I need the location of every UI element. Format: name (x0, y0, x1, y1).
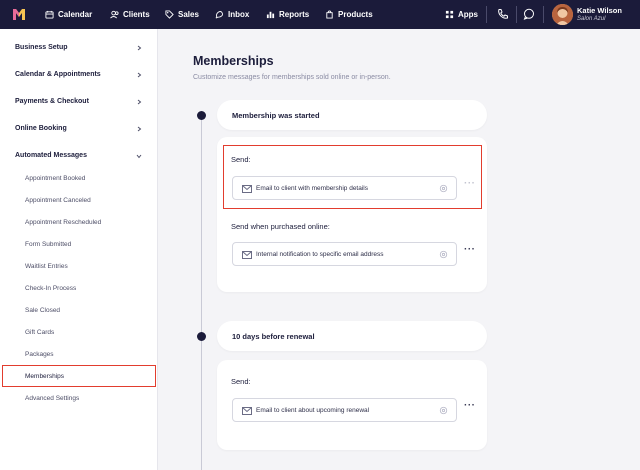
mail-icon (242, 251, 252, 259)
nav-apps[interactable]: Apps (445, 0, 478, 29)
page-subtitle: Customize messages for memberships sold … (193, 74, 391, 81)
sidebar-item-appointment-canceled[interactable]: Appointment Canceled (25, 197, 91, 204)
sidebar-item-gift-cards[interactable]: Gift Cards (25, 329, 54, 336)
send-section-highlight (223, 145, 482, 209)
chevron-right-icon[interactable] (136, 72, 142, 78)
event-card: Send: Email to client about upcoming ren… (217, 360, 487, 450)
send-online-label: Send when purchased online: (231, 222, 330, 231)
sidebar-item-waitlist-entries[interactable]: Waitlist Entries (25, 263, 68, 270)
user-name[interactable]: Katie Wilson (577, 6, 622, 15)
sidebar-item-appointment-booked[interactable]: Appointment Booked (25, 175, 85, 182)
nav-apps-label: Apps (458, 10, 478, 19)
sidebar-item-packages[interactable]: Packages (25, 351, 54, 358)
sidebar-section-automated-messages[interactable]: Automated Messages (15, 152, 87, 159)
settings-sidebar: Business Setup Calendar & Appointments P… (0, 29, 158, 470)
mail-icon (242, 407, 252, 415)
chevron-down-icon[interactable] (136, 153, 142, 159)
nav-calendar[interactable]: Calendar (45, 0, 92, 29)
timeline-dot (197, 111, 206, 120)
chevron-right-icon[interactable] (136, 45, 142, 51)
avatar-portrait-icon (552, 4, 573, 25)
gear-icon[interactable] (439, 406, 448, 415)
products-icon (326, 10, 333, 19)
message-template-text: Email to client about upcoming renewal (256, 407, 370, 414)
chevron-right-icon[interactable] (136, 99, 142, 105)
sidebar-item-form-submitted[interactable]: Form Submitted (25, 241, 71, 248)
top-navigation-bar: Calendar Clients Sales Inbox Reports Pro… (0, 0, 640, 29)
nav-clients[interactable]: Clients (110, 0, 150, 29)
sidebar-item-check-in-process[interactable]: Check-In Process (25, 285, 76, 292)
chat-icon[interactable] (523, 8, 535, 20)
gear-icon[interactable] (439, 250, 448, 259)
avatar[interactable] (552, 4, 573, 25)
sidebar-item-sale-closed[interactable]: Sale Closed (25, 307, 60, 314)
nav-products[interactable]: Products (325, 0, 373, 29)
nav-sales-label: Sales (178, 10, 199, 19)
sidebar-item-advanced-settings[interactable]: Advanced Settings (25, 395, 79, 402)
calendar-icon (45, 10, 54, 19)
nav-calendar-label: Calendar (58, 10, 93, 19)
tag-icon (165, 10, 174, 19)
nav-inbox-label: Inbox (228, 10, 250, 19)
page-title: Memberships (193, 54, 274, 68)
event-header-membership-started: Membership was started (217, 100, 487, 130)
more-options-icon[interactable]: ··· (464, 400, 476, 411)
event-header-before-renewal: 10 days before renewal (217, 321, 487, 351)
nav-reports[interactable]: Reports (266, 0, 309, 29)
nav-sales[interactable]: Sales (165, 0, 199, 29)
app-logo-icon[interactable] (12, 7, 26, 21)
timeline-dot (197, 332, 206, 341)
sidebar-section-payments-checkout[interactable]: Payments & Checkout (15, 98, 89, 105)
event-title: Membership was started (232, 110, 320, 120)
nav-clients-label: Clients (123, 10, 150, 19)
nav-products-label: Products (338, 10, 373, 19)
sidebar-item-appointment-rescheduled[interactable]: Appointment Rescheduled (25, 219, 101, 226)
chevron-right-icon[interactable] (136, 126, 142, 132)
divider (486, 6, 487, 23)
divider (516, 6, 517, 23)
nav-inbox[interactable]: Inbox (215, 0, 249, 29)
apps-grid-icon (445, 10, 454, 19)
sidebar-section-calendar-appointments[interactable]: Calendar & Appointments (15, 71, 101, 78)
inbox-icon (215, 11, 223, 19)
message-template-select[interactable]: Email to client about upcoming renewal (232, 398, 457, 422)
sidebar-section-business-setup[interactable]: Business Setup (15, 44, 68, 51)
business-name: Salon Azul (577, 16, 606, 22)
divider (543, 6, 544, 23)
message-template-select[interactable]: Internal notification to specific email … (232, 242, 457, 266)
sidebar-section-online-booking[interactable]: Online Booking (15, 125, 67, 132)
send-label: Send: (231, 377, 251, 386)
more-options-icon[interactable]: ··· (464, 244, 476, 255)
chart-icon (266, 11, 275, 19)
event-title: 10 days before renewal (232, 331, 315, 341)
timeline-line (201, 115, 202, 470)
clients-icon (110, 10, 119, 19)
nav-reports-label: Reports (279, 10, 310, 19)
selected-item-highlight (2, 365, 156, 387)
phone-icon[interactable] (497, 8, 509, 20)
message-template-text: Internal notification to specific email … (256, 251, 384, 258)
